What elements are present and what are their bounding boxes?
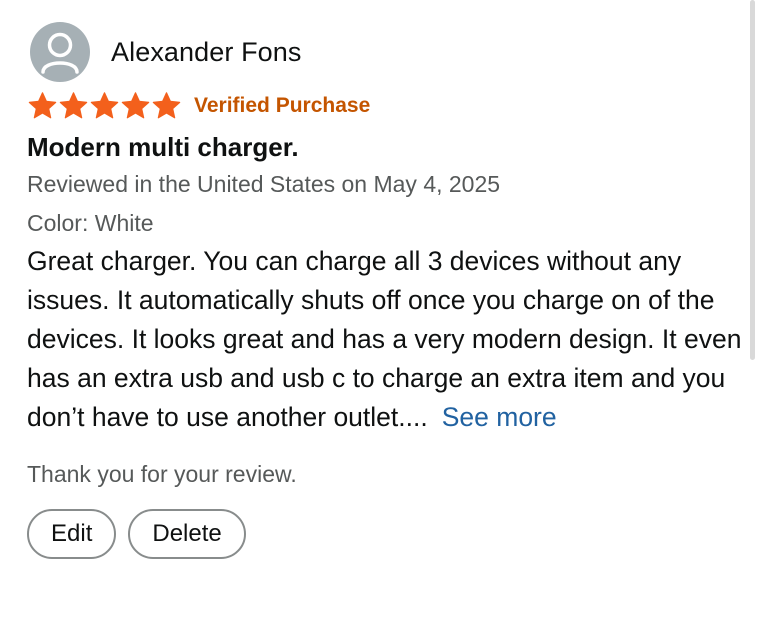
reviewer-profile[interactable]: Alexander Fons — [30, 22, 737, 82]
star-icon — [152, 92, 181, 119]
thank-you-message: Thank you for your review. — [27, 461, 297, 487]
see-more-link[interactable]: See more — [442, 402, 557, 432]
star-icon — [90, 92, 119, 119]
star-icon — [59, 92, 88, 119]
review-title: Modern multi charger. — [27, 132, 299, 162]
user-avatar-icon[interactable] — [30, 22, 90, 82]
edit-button[interactable]: Edit — [27, 509, 117, 559]
star-icon — [121, 92, 150, 119]
review-actions: Edit Delete — [27, 509, 737, 559]
star-rating — [27, 91, 182, 121]
review-body-text: Great charger. You can charge all 3 devi… — [27, 246, 742, 432]
review-date: Reviewed in the United States on May 4, … — [27, 171, 501, 197]
review-card: Alexander Fons Verified Purchase Modern … — [27, 22, 741, 559]
verified-purchase-badge: Verified Purchase — [194, 94, 371, 117]
review-body: Great charger. You can charge all 3 devi… — [27, 242, 742, 437]
star-icon — [28, 92, 57, 119]
scrollbar[interactable] — [750, 0, 755, 360]
delete-button[interactable]: Delete — [128, 509, 246, 559]
reviewer-name[interactable]: Alexander Fons — [111, 37, 302, 68]
rating-row: Verified Purchase — [27, 90, 737, 122]
color-variant: Color: White — [27, 210, 154, 236]
